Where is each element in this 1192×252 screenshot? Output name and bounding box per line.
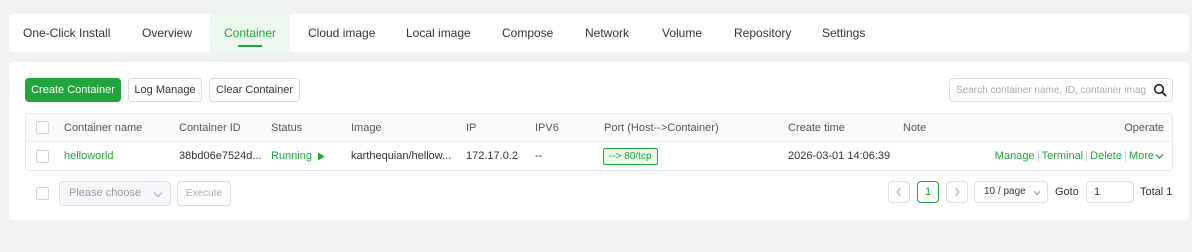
col-create-time: Create time	[788, 122, 845, 134]
op-divider	[1086, 151, 1088, 162]
total-count: Total 1	[1140, 186, 1173, 198]
col-ip: IP	[466, 122, 477, 134]
tab-network[interactable]: Network	[585, 14, 629, 52]
create-container-button[interactable]: Create Container	[25, 78, 121, 102]
container-ipv6: --	[535, 150, 543, 162]
search-box	[949, 78, 1173, 102]
tab-container[interactable]: Container	[210, 14, 290, 52]
chevron-down-icon	[1033, 190, 1041, 196]
op-divider	[1037, 151, 1039, 162]
col-container-id: Container ID	[179, 122, 241, 134]
play-icon	[318, 152, 325, 161]
log-manage-button[interactable]: Log Manage	[128, 78, 202, 102]
col-port: Port (Host-->Container)	[604, 122, 719, 134]
page-1-button[interactable]: 1	[917, 181, 939, 203]
manage-link[interactable]: Manage	[995, 150, 1035, 162]
col-status: Status	[271, 122, 303, 134]
tab-compose[interactable]: Compose	[502, 14, 553, 52]
row-checkbox[interactable]	[36, 150, 49, 163]
container-name-link[interactable]: helloworld	[64, 142, 114, 170]
container-ip: 172.17.0.2	[466, 150, 518, 162]
page-size-value: 10 / page	[984, 186, 1026, 197]
col-note: Note	[903, 122, 927, 134]
tab-overview[interactable]: Overview	[142, 14, 192, 52]
execute-button[interactable]: Execute	[177, 181, 231, 206]
goto-page-input[interactable]: 1	[1086, 181, 1134, 203]
status-toggle[interactable]: Running	[271, 142, 325, 170]
tab-bar: One-Click Install Overview Container Clo…	[9, 14, 1189, 52]
terminal-link[interactable]: Terminal	[1042, 150, 1084, 162]
delete-link[interactable]: Delete	[1090, 150, 1122, 162]
chevron-left-icon	[896, 187, 901, 197]
batch-action-select[interactable]: Please choose	[59, 181, 171, 206]
port-cell: --> 80/tcp	[603, 142, 658, 170]
tab-local-image[interactable]: Local image	[406, 14, 471, 52]
goto-label: Goto	[1055, 186, 1079, 198]
container-panel: Create Container Log Manage Clear Contai…	[9, 62, 1189, 220]
status-text: Running	[271, 150, 312, 162]
chevron-right-icon	[955, 187, 960, 197]
search-icon[interactable]	[1153, 83, 1167, 97]
tab-volume[interactable]: Volume	[662, 14, 702, 52]
col-container-name: Container name	[64, 122, 143, 134]
table-header: Container name Container ID Status Image…	[26, 114, 1172, 142]
batch-action-placeholder: Please choose	[69, 187, 142, 199]
col-operate: Operate	[1124, 122, 1164, 134]
create-time: 2026-03-01 14:06:39	[788, 150, 891, 162]
chevron-down-icon	[1155, 153, 1164, 159]
chevron-down-icon	[153, 192, 163, 198]
op-divider	[1124, 151, 1126, 162]
clear-container-button[interactable]: Clear Container	[209, 78, 300, 102]
search-input[interactable]	[950, 79, 1146, 101]
container-image: karthequian/hellow...	[351, 150, 452, 162]
next-page-button[interactable]	[946, 181, 968, 203]
footer-select-all-checkbox[interactable]	[36, 187, 49, 200]
page-size-select[interactable]: 10 / page	[974, 181, 1048, 203]
tab-one-click-install[interactable]: One-Click Install	[23, 14, 110, 52]
col-ipv6: IPV6	[535, 122, 559, 134]
select-all-checkbox[interactable]	[36, 121, 49, 134]
tab-repository[interactable]: Repository	[734, 14, 791, 52]
table-row: helloworld 38bd06e7524d... Running karth…	[26, 142, 1172, 170]
tab-cloud-image[interactable]: Cloud image	[308, 14, 375, 52]
port-mapping-tag[interactable]: --> 80/tcp	[603, 147, 658, 165]
more-menu[interactable]: More	[1129, 150, 1164, 162]
more-label: More	[1128, 150, 1154, 162]
container-table: Container name Container ID Status Image…	[25, 113, 1173, 171]
tab-settings[interactable]: Settings	[822, 14, 865, 52]
prev-page-button[interactable]	[888, 181, 910, 203]
container-id: 38bd06e7524d...	[179, 150, 262, 162]
col-image: Image	[351, 122, 382, 134]
row-operations: Manage Terminal Delete More	[995, 142, 1164, 170]
